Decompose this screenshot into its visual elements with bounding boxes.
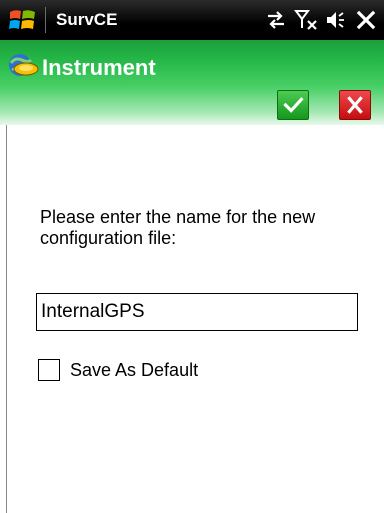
windows-start-icon[interactable]	[8, 6, 38, 34]
status-bar: SurvCE	[0, 0, 384, 40]
ok-button[interactable]	[277, 90, 309, 120]
close-icon[interactable]	[354, 8, 378, 32]
save-as-default-checkbox[interactable]: Save As Default	[38, 358, 198, 382]
status-icons	[258, 6, 378, 34]
x-icon	[347, 96, 363, 114]
app-name: SurvCE	[56, 10, 118, 29]
title-band: Instrument	[0, 40, 384, 125]
connectivity-icon[interactable]	[264, 8, 288, 32]
checkmark-icon	[283, 97, 304, 113]
signal-off-icon[interactable]	[294, 8, 318, 32]
screen-title: Instrument	[42, 55, 156, 80]
content-left-border	[6, 125, 7, 513]
status-bar-divider	[45, 7, 46, 33]
save-as-default-label: Save As Default	[70, 360, 199, 380]
cancel-button[interactable]	[339, 90, 371, 120]
configuration-name-input[interactable]	[36, 293, 358, 331]
instrument-icon	[6, 51, 40, 81]
prompt-text: Please enter the name for the new config…	[40, 207, 316, 248]
checkbox-box[interactable]	[38, 359, 60, 381]
volume-icon[interactable]	[324, 8, 348, 32]
